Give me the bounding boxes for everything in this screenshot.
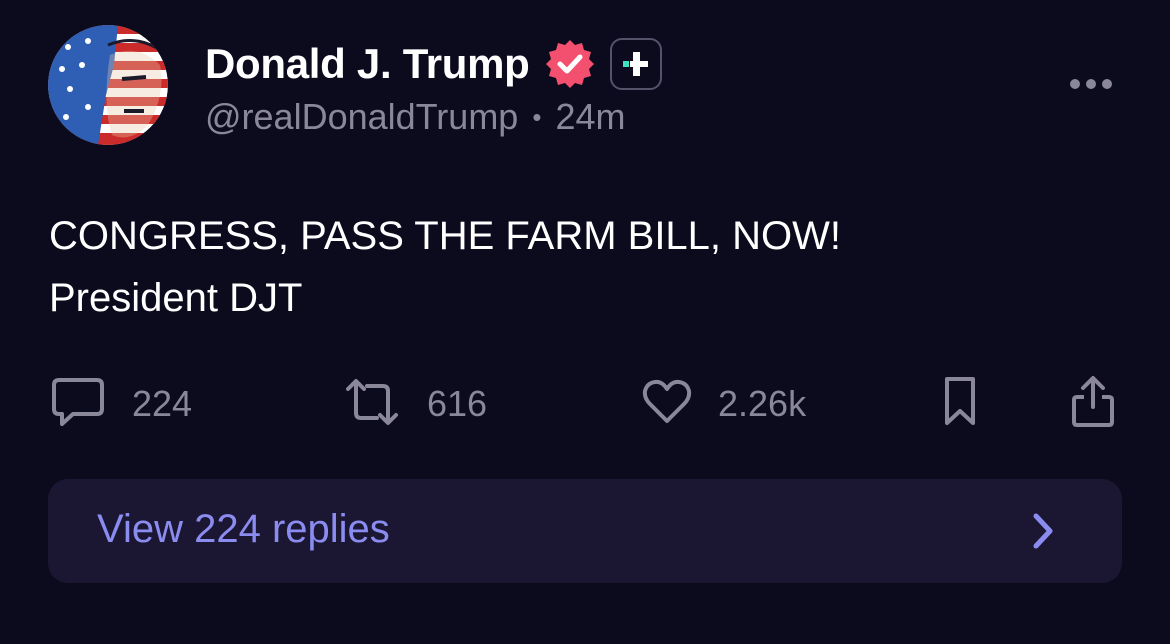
truth-plus-icon [609,38,662,90]
post-header: Donald J. Trump @realDonaldTrump • 24m [205,36,662,138]
meta-separator: • [532,101,542,132]
like-button[interactable]: 2.26k [642,376,806,432]
bookmark-button[interactable] [942,376,978,432]
bookmark-icon [942,375,978,434]
post-body: CONGRESS, PASS THE FARM BILL, NOW! Presi… [49,205,841,329]
avatar[interactable] [48,25,168,145]
reply-count: 224 [132,383,193,424]
more-horizontal-icon[interactable] [1068,74,1114,94]
heart-icon [642,379,692,430]
reply-button[interactable]: 224 [50,376,192,432]
repost-icon [343,375,401,434]
comment-icon [50,375,106,434]
display-name[interactable]: Donald J. Trump [205,40,530,88]
post-text-line: CONGRESS, PASS THE FARM BILL, NOW! [49,214,842,258]
share-icon [1070,375,1116,434]
share-button[interactable] [1070,375,1116,434]
user-handle[interactable]: @realDonaldTrump [205,96,518,138]
post-text-line: President DJT [49,276,303,320]
verified-badge-icon [544,38,596,90]
repost-button[interactable]: 616 [343,376,487,432]
post-timestamp[interactable]: 24m [555,96,625,138]
view-replies-label: View 224 replies [97,507,390,551]
chevron-right-icon [1028,511,1058,556]
repost-count: 616 [427,383,488,424]
post-card: Donald J. Trump @realDonaldTrump • 24m C… [0,0,1170,644]
like-count: 2.26k [718,383,807,424]
view-replies-button[interactable]: View 224 replies [48,479,1122,583]
